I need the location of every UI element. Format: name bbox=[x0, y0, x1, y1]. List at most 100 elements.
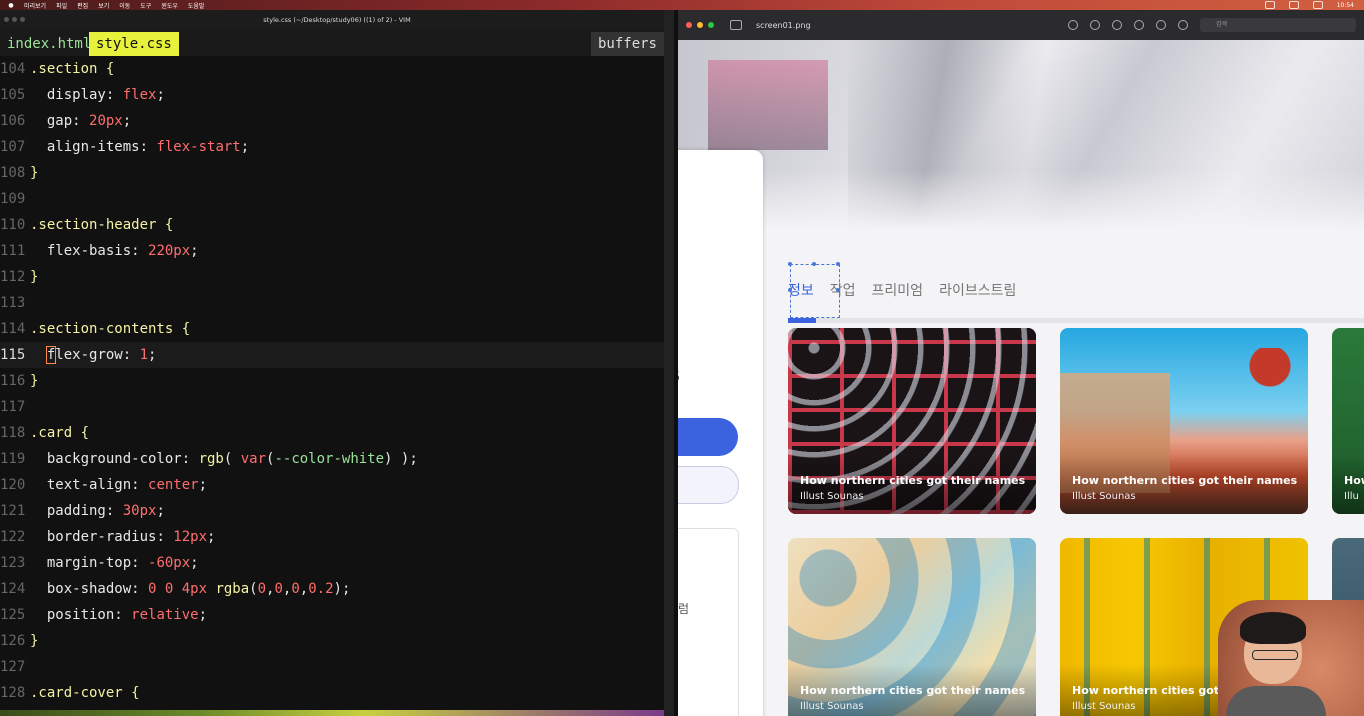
selection-handle[interactable] bbox=[836, 288, 840, 292]
active-tab-indicator bbox=[788, 318, 816, 323]
code-line[interactable]: 125 position: relative; bbox=[0, 602, 664, 628]
selection-handle[interactable] bbox=[788, 288, 792, 292]
status-icon[interactable] bbox=[1264, 1, 1275, 9]
card[interactable]: How northern cities got their names Illu… bbox=[788, 328, 1036, 514]
code-token: : bbox=[139, 139, 157, 155]
code-line[interactable]: 110 .section-header { bbox=[0, 212, 664, 238]
code-token: : bbox=[131, 477, 149, 493]
menu-go[interactable]: 이동 bbox=[119, 1, 130, 10]
code-line[interactable]: 127 bbox=[0, 654, 664, 680]
code-token: } bbox=[30, 165, 39, 181]
menu-file[interactable]: 파일 bbox=[56, 1, 67, 10]
wifi-icon[interactable] bbox=[1288, 1, 1299, 9]
selection-handle[interactable] bbox=[812, 262, 816, 266]
code-token: flex-basis bbox=[30, 243, 132, 259]
card[interactable]: How northern cities got their names Illu… bbox=[788, 538, 1036, 716]
close-dot-icon[interactable] bbox=[4, 17, 9, 22]
code-line[interactable]: 124 box-shadow: 0 0 4px rgba(0,0,0,0.2); bbox=[0, 576, 664, 602]
code-line[interactable]: 121 padding: 30px; bbox=[0, 498, 664, 524]
code-token: ( bbox=[223, 451, 241, 467]
selection-handle[interactable] bbox=[836, 262, 840, 266]
line-number: 115 bbox=[0, 347, 26, 363]
minimize-dot-icon[interactable] bbox=[12, 17, 17, 22]
zoom-in-icon[interactable] bbox=[1112, 20, 1122, 30]
menu-tools[interactable]: 도구 bbox=[140, 1, 151, 10]
menu-window[interactable]: 윈도우 bbox=[161, 1, 178, 10]
markup-icon[interactable] bbox=[1156, 20, 1166, 30]
code-line[interactable]: 106 gap: 20px; bbox=[0, 108, 664, 134]
primary-button[interactable] bbox=[678, 418, 738, 456]
code-line[interactable]: 113 bbox=[0, 290, 664, 316]
menu-edit[interactable]: 편집 bbox=[77, 1, 88, 10]
code-line[interactable]: 123 margin-top: -60px; bbox=[0, 550, 664, 576]
code-token: ; bbox=[207, 529, 216, 545]
code-line[interactable]: 128 .card-cover { bbox=[0, 680, 664, 706]
zoom-out-icon[interactable] bbox=[1090, 20, 1100, 30]
code-token: ; bbox=[156, 87, 165, 103]
code-line[interactable]: 109 bbox=[0, 186, 664, 212]
zoom-button[interactable] bbox=[708, 22, 714, 28]
menu-app[interactable]: 미리보기 bbox=[24, 1, 46, 10]
menu-bar: ● 미리보기 파일 편집 보기 이동 도구 윈도우 도움말 10:54 bbox=[0, 0, 1364, 10]
code-token: } bbox=[30, 269, 39, 285]
code-token: ; bbox=[156, 503, 165, 519]
selection-rectangle[interactable] bbox=[790, 264, 840, 318]
zoom-dot-icon[interactable] bbox=[20, 17, 25, 22]
apple-icon[interactable]: ● bbox=[6, 2, 16, 9]
code-token: ) ); bbox=[384, 451, 418, 467]
clock[interactable]: 10:54 bbox=[1337, 2, 1354, 9]
code-line[interactable]: 114 .section-contents { bbox=[0, 316, 664, 342]
code-editor[interactable]: 104 .section {105 display: flex; 106 gap: … bbox=[0, 56, 664, 716]
code-line[interactable]: 119 background-color: rgb( var(--color-w… bbox=[0, 446, 664, 472]
info-icon[interactable] bbox=[1068, 20, 1078, 30]
line-number: 107 bbox=[0, 139, 26, 155]
code-token: ( bbox=[249, 581, 258, 597]
code-line[interactable]: 108} bbox=[0, 160, 664, 186]
buffers-label: buffers bbox=[590, 32, 664, 56]
code-line[interactable]: 112} bbox=[0, 264, 664, 290]
code-line[interactable]: 122 border-radius: 12px; bbox=[0, 524, 664, 550]
code-line[interactable]: 117 bbox=[0, 394, 664, 420]
battery-icon[interactable] bbox=[1312, 1, 1323, 9]
sidebar-toggle-icon[interactable] bbox=[730, 20, 742, 30]
code-token: } bbox=[30, 633, 39, 649]
code-line[interactable]: 118 .card { bbox=[0, 420, 664, 446]
code-token: : bbox=[131, 581, 149, 597]
code-line[interactable]: 120 text-align: center; bbox=[0, 472, 664, 498]
code-token: --color-white bbox=[274, 451, 385, 467]
code-line[interactable]: 111 flex-basis: 220px; bbox=[0, 238, 664, 264]
search-input[interactable]: 검색 bbox=[1200, 18, 1356, 32]
minimize-button[interactable] bbox=[697, 22, 703, 28]
code-token: padding bbox=[30, 503, 106, 519]
tab-index-html[interactable]: index.html bbox=[0, 32, 99, 56]
code-token: flex-start bbox=[156, 139, 241, 155]
share-icon[interactable] bbox=[1134, 20, 1144, 30]
profile-info-text: 럼 bbox=[678, 602, 690, 616]
line-number: 121 bbox=[0, 503, 26, 519]
code-token: : bbox=[181, 451, 199, 467]
line-number: 106 bbox=[0, 113, 26, 129]
rotate-icon[interactable] bbox=[1178, 20, 1188, 30]
menu-view[interactable]: 보기 bbox=[98, 1, 109, 10]
code-token: 12px bbox=[173, 529, 208, 545]
code-line[interactable]: 107 align-items: flex-start; bbox=[0, 134, 664, 160]
code-line[interactable]: 126} bbox=[0, 628, 664, 654]
menu-help[interactable]: 도움말 bbox=[188, 1, 205, 10]
tab-premium[interactable]: 프리미엄 bbox=[872, 280, 924, 300]
code-line[interactable]: 105 display: flex; bbox=[0, 82, 664, 108]
code-token: 0 bbox=[291, 581, 300, 597]
card[interactable]: How Illu bbox=[1332, 328, 1364, 514]
tab-livestream[interactable]: 라이브스트림 bbox=[939, 280, 1016, 300]
code-line[interactable]: 116} bbox=[0, 368, 664, 394]
code-line[interactable]: 104 .section { bbox=[0, 56, 664, 82]
close-button[interactable] bbox=[686, 22, 692, 28]
code-line[interactable]: 115 flex-grow: 1; bbox=[0, 342, 664, 368]
tab-style-css[interactable]: style.css bbox=[89, 32, 179, 56]
selection-handle[interactable] bbox=[788, 262, 792, 266]
tabs-underline bbox=[788, 318, 1364, 323]
card[interactable]: How northern cities got their names Illu… bbox=[1060, 328, 1308, 514]
vim-window: style.css (~/Desktop/study06) ((1) of 2)… bbox=[0, 10, 674, 716]
line-number: 105 bbox=[0, 87, 26, 103]
secondary-button[interactable] bbox=[678, 466, 739, 504]
code-token: rgb bbox=[198, 451, 224, 467]
